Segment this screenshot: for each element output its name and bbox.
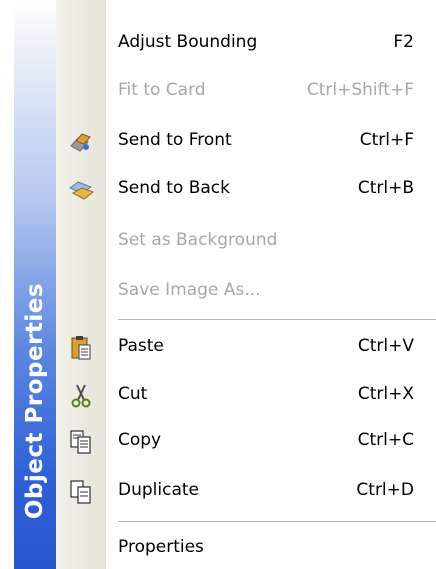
menu-item-label: Fit to Card	[118, 80, 206, 100]
banner-title: Object Properties	[22, 282, 48, 520]
menu-item-send-to-back[interactable]: Send to Back Ctrl+B	[56, 172, 436, 208]
menu-item-label: Adjust Bounding	[118, 32, 258, 52]
menu-item-label: Duplicate	[118, 480, 199, 500]
menu-item-copy[interactable]: Copy Ctrl+C	[56, 424, 436, 460]
menu-item-send-to-front[interactable]: Send to Front Ctrl+F	[56, 124, 436, 160]
menu-item-shortcut: Ctrl+V	[357, 336, 414, 356]
menu-item-label: Cut	[118, 384, 148, 404]
bring-to-front-icon	[56, 124, 106, 160]
menu-item-paste[interactable]: Paste Ctrl+V	[56, 330, 436, 366]
menu-separator	[118, 319, 436, 320]
menu-item-properties[interactable]: Properties	[56, 530, 436, 566]
menu-item-shortcut: Ctrl+F	[359, 130, 414, 150]
context-menu: Object Properties Adjust Bounding F2 Fit…	[0, 0, 436, 569]
duplicate-icon	[56, 474, 106, 510]
menu-item-duplicate[interactable]: Duplicate Ctrl+D	[56, 474, 436, 510]
menu-item-label: Paste	[118, 336, 164, 356]
copy-icon	[56, 424, 106, 460]
scissors-icon	[56, 378, 106, 414]
send-to-back-icon	[56, 172, 106, 208]
paste-icon	[56, 330, 106, 366]
menu-item-shortcut: Ctrl+B	[357, 178, 414, 198]
menu-item-shortcut: Ctrl+D	[356, 480, 414, 500]
menu-item-fit-to-card[interactable]: Fit to Card Ctrl+Shift+F	[56, 74, 436, 110]
menu-item-shortcut: Ctrl+C	[357, 430, 414, 450]
menu-item-label: Properties	[118, 537, 204, 557]
menu-item-label: Set as Background	[118, 230, 278, 250]
menu-item-adjust-bounding[interactable]: Adjust Bounding F2	[56, 26, 436, 62]
menu-item-label: Save Image As...	[118, 280, 261, 300]
menu-item-cut[interactable]: Cut Ctrl+X	[56, 378, 436, 414]
menu-item-shortcut: F2	[393, 32, 414, 52]
menu-item-shortcut: Ctrl+Shift+F	[306, 80, 414, 100]
menu-item-label: Copy	[118, 430, 162, 450]
menu-item-save-image-as[interactable]: Save Image As...	[56, 274, 436, 310]
menu-item-label: Send to Back	[118, 178, 230, 198]
menu-item-label: Send to Front	[118, 130, 232, 150]
menu-item-set-as-background[interactable]: Set as Background	[56, 224, 436, 260]
menu-item-shortcut: Ctrl+X	[357, 384, 414, 404]
menu-separator	[118, 521, 436, 522]
